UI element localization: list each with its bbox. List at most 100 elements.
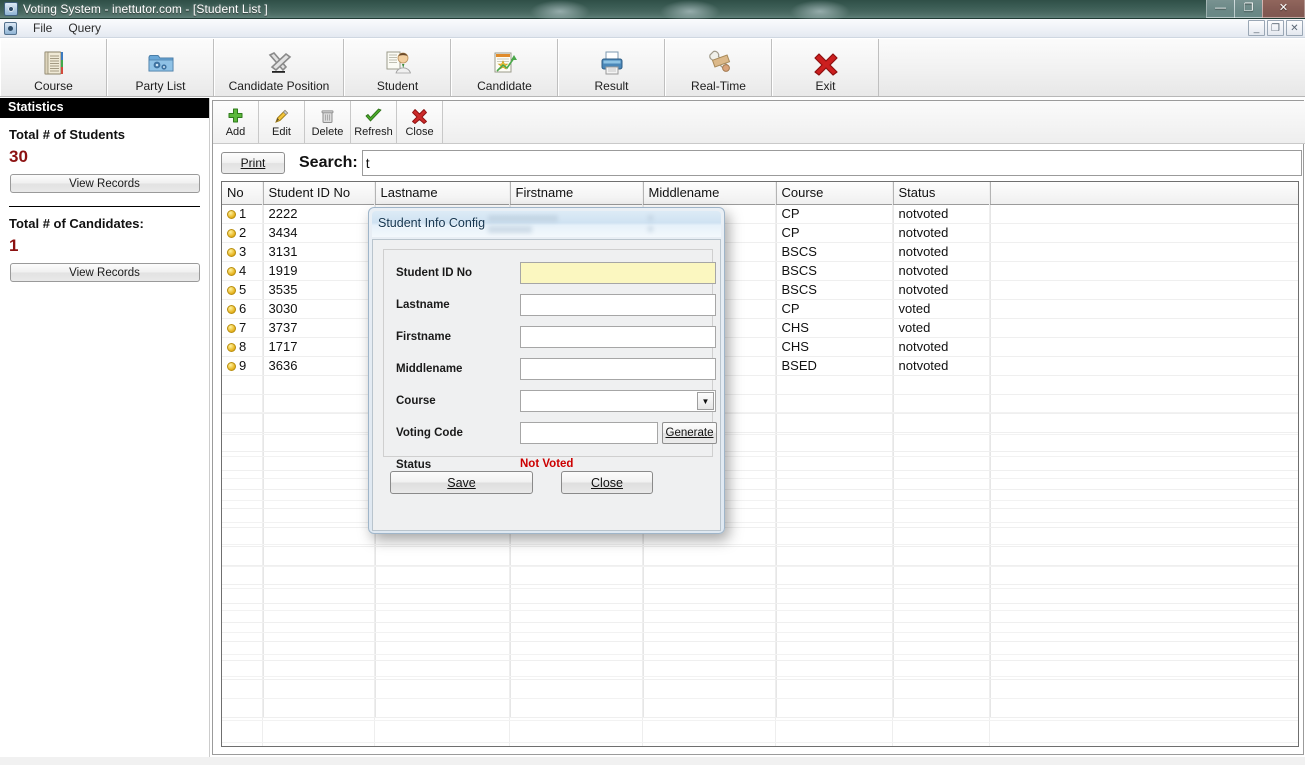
toolbar-label-exit: Exit	[815, 80, 835, 93]
menu-item-query[interactable]: Query	[60, 20, 109, 36]
lastname-label: Lastname	[396, 299, 450, 311]
cell-empty	[263, 641, 375, 660]
row-bullet-icon	[227, 343, 236, 352]
course-dropdown[interactable]: ▼	[520, 390, 716, 412]
cell-status: notvoted	[893, 356, 990, 375]
cell-status: notvoted	[893, 242, 990, 261]
column-header-status[interactable]: Status	[893, 182, 990, 204]
chart-star-icon	[490, 46, 520, 80]
table-row-empty[interactable]	[222, 565, 1298, 584]
table-row-empty[interactable]	[222, 584, 1298, 603]
delete-label: Delete	[312, 126, 344, 139]
menu-item-file[interactable]: File	[25, 20, 60, 36]
close-dialog-button[interactable]: Close	[561, 471, 653, 494]
add-button[interactable]: Add	[213, 101, 259, 143]
toolbar-button-party-list[interactable]: Party List	[107, 39, 214, 96]
cell-no: 7	[222, 318, 263, 337]
column-header-no[interactable]: No	[222, 182, 263, 204]
cell-course: BSCS	[776, 261, 893, 280]
column-header-lastname[interactable]: Lastname	[375, 182, 510, 204]
generate-button[interactable]: Generate	[662, 422, 717, 444]
table-row-empty[interactable]	[222, 679, 1298, 698]
toolbar-button-result[interactable]: Result	[558, 39, 665, 96]
cell-no: 4	[222, 261, 263, 280]
voting-code-label: Voting Code	[396, 427, 463, 439]
table-row-empty[interactable]	[222, 622, 1298, 641]
cell-blank	[990, 337, 1298, 356]
maximize-button[interactable]: ❐	[1234, 0, 1263, 18]
table-row-empty[interactable]	[222, 603, 1298, 622]
middlename-field[interactable]	[520, 358, 716, 380]
mdi-close-button[interactable]: ✕	[1286, 20, 1303, 36]
cell-empty	[510, 698, 643, 717]
column-header-middlename[interactable]: Middlename	[643, 182, 776, 204]
cell-empty	[510, 660, 643, 679]
column-header-student-id[interactable]: Student ID No	[263, 182, 375, 204]
book-icon	[40, 46, 68, 80]
toolbar-label-result: Result	[594, 80, 628, 93]
cell-empty	[222, 679, 263, 698]
mdi-restore-button[interactable]: ❐	[1267, 20, 1284, 36]
cell-empty	[990, 641, 1298, 660]
trash-icon	[319, 106, 336, 125]
cell-status: voted	[893, 318, 990, 337]
field-row-course: Course ▼	[396, 390, 706, 418]
cell-blank	[990, 261, 1298, 280]
close-button[interactable]: ✕	[1262, 0, 1305, 18]
toolbar-button-student[interactable]: Student	[344, 39, 451, 96]
maximize-icon: ❐	[1244, 3, 1254, 14]
print-button[interactable]: Print	[221, 152, 285, 174]
view-records-students-button[interactable]: View Records	[10, 174, 200, 193]
cell-status: notvoted	[893, 280, 990, 299]
cell-empty	[776, 546, 893, 565]
student-id-field[interactable]	[520, 262, 716, 284]
red-x-icon	[811, 46, 841, 80]
delete-button[interactable]: Delete	[305, 101, 351, 143]
mdi-minimize-button[interactable]: _	[1248, 20, 1265, 36]
toolbar-button-candidate[interactable]: Candidate	[451, 39, 558, 96]
column-header-course[interactable]: Course	[776, 182, 893, 204]
column-header-firstname[interactable]: Firstname	[510, 182, 643, 204]
window-title-bar: Voting System - inettutor.com - [Student…	[0, 0, 1305, 19]
cell-empty	[643, 641, 776, 660]
cell-course: BSCS	[776, 280, 893, 299]
toolbar-button-exit[interactable]: Exit	[772, 39, 879, 96]
cell-empty	[990, 622, 1298, 641]
view-records-candidates-button[interactable]: View Records	[10, 263, 200, 282]
save-button[interactable]: Save	[390, 471, 533, 494]
toolbar-button-candidate-position[interactable]: Candidate Position	[214, 39, 344, 96]
cell-student-id: 1717	[263, 337, 375, 356]
cell-empty	[375, 660, 510, 679]
cell-empty	[222, 584, 263, 603]
search-input[interactable]	[362, 150, 1302, 176]
table-row-empty[interactable]	[222, 698, 1298, 717]
cell-empty	[776, 451, 893, 470]
voting-code-field[interactable]	[520, 422, 658, 444]
edit-button[interactable]: Edit	[259, 101, 305, 143]
cell-blank	[990, 299, 1298, 318]
refresh-button[interactable]: Refresh	[351, 101, 397, 143]
column-header-blank[interactable]	[990, 182, 1298, 204]
toolbar-button-real-time[interactable]: Real-Time	[665, 39, 772, 96]
field-row-student-id: Student ID No	[396, 262, 706, 290]
chevron-down-icon[interactable]: ▼	[697, 392, 714, 410]
minimize-button[interactable]: —	[1206, 0, 1235, 18]
cell-empty	[263, 546, 375, 565]
close-grid-button[interactable]: Close	[397, 101, 443, 143]
cell-empty	[990, 394, 1298, 413]
toolbar-label-party-list: Party List	[135, 80, 185, 93]
cell-empty	[375, 641, 510, 660]
firstname-field[interactable]	[520, 326, 716, 348]
table-row-empty[interactable]	[222, 546, 1298, 565]
table-row-empty[interactable]	[222, 641, 1298, 660]
close-icon: ✕	[1279, 3, 1288, 14]
cell-empty	[263, 394, 375, 413]
toolbar-button-course[interactable]: Course	[0, 39, 107, 96]
application-window: Voting System - inettutor.com - [Student…	[0, 0, 1305, 765]
lastname-field[interactable]	[520, 294, 716, 316]
table-row-empty[interactable]	[222, 660, 1298, 679]
cell-empty	[893, 584, 990, 603]
tools-hammer-wrench-icon	[264, 46, 294, 80]
cell-empty	[222, 622, 263, 641]
cell-empty	[510, 584, 643, 603]
